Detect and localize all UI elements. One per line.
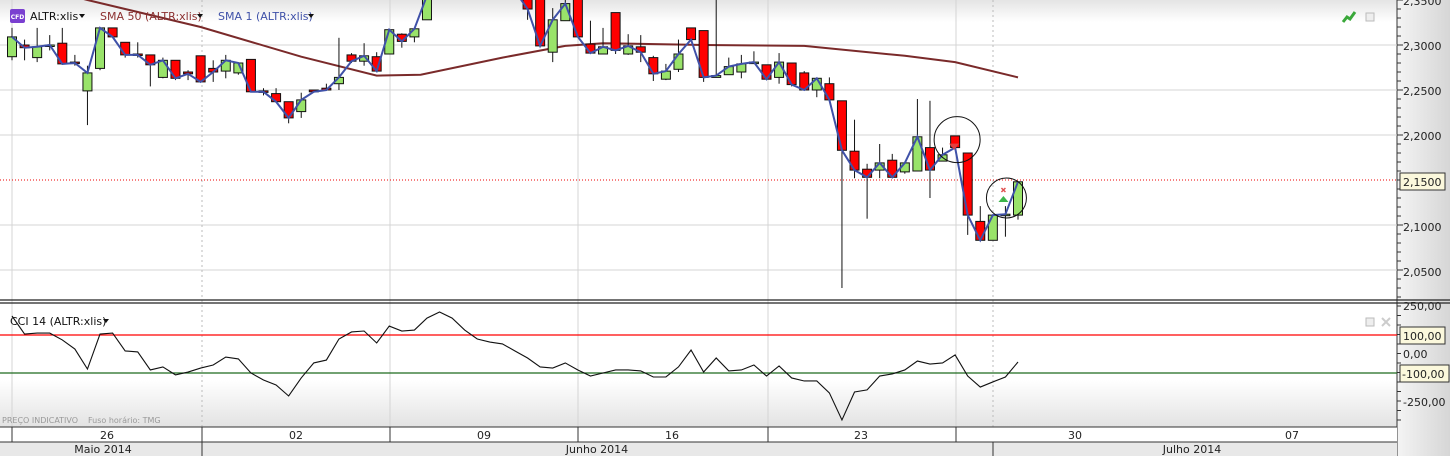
candle-body-down	[975, 220, 986, 241]
candle	[95, 27, 106, 71]
candle-body-up	[1013, 181, 1023, 216]
date-label: 16	[665, 429, 679, 442]
date-label: 23	[854, 429, 868, 442]
candle	[610, 12, 621, 54]
price-tick: 2,2000	[1403, 130, 1442, 143]
candle-body-up	[157, 59, 168, 78]
candle	[220, 54, 231, 79]
maximize-panel-icon[interactable]	[1365, 12, 1375, 22]
price-tick: 2,0500	[1403, 266, 1442, 279]
maximize-cci-icon[interactable]	[1365, 317, 1375, 327]
cci-tick: 250,00	[1403, 300, 1442, 313]
candle	[359, 43, 370, 66]
candle	[836, 100, 847, 288]
candle-body-down	[849, 150, 860, 171]
candle-body-up	[987, 214, 998, 241]
candle-body-down	[786, 62, 797, 86]
candle-body-down	[962, 152, 973, 216]
timezone-note: Fuso horário: TMG	[88, 416, 161, 425]
candle	[824, 77, 835, 101]
candle	[333, 37, 344, 90]
date-axis[interactable]: 26 02 09 16 23 30 07 Maio 2014 Junho 201…	[0, 426, 1397, 456]
date-label: 30	[1068, 429, 1082, 442]
month-label: Maio 2014	[74, 443, 132, 456]
cci-upper-label: 100,00	[1403, 330, 1442, 343]
month-label: Julho 2014	[1162, 443, 1221, 456]
candle	[145, 54, 156, 87]
date-label: 09	[477, 429, 491, 442]
candle-body-up	[82, 72, 93, 92]
candle	[924, 100, 935, 198]
price-tick: 2,1000	[1403, 221, 1442, 234]
cci-tick: -250,00	[1403, 396, 1445, 409]
cfd-badge-text: CFD	[11, 14, 25, 21]
cci-lower-label: -100,00	[1402, 368, 1444, 381]
candle	[987, 214, 998, 241]
price-panel[interactable]	[0, 0, 1397, 288]
candle-body-down	[836, 100, 847, 151]
close-cci-icon[interactable]	[1381, 317, 1391, 327]
sma50-label[interactable]: SMA 50 (ALTR:xlis)	[100, 10, 202, 23]
candle-body-down	[195, 55, 206, 83]
month-label: Junho 2014	[565, 443, 628, 456]
candle-body-down	[120, 41, 131, 56]
candle	[899, 162, 910, 174]
price-legend: CFD ALTR:xlis SMA 50 (ALTR:xlis) SMA 1 (…	[10, 9, 314, 23]
candle	[19, 39, 30, 61]
candle-body-down	[648, 57, 659, 75]
date-label: 07	[1285, 429, 1299, 442]
price-tick: 2,3500	[1403, 0, 1442, 8]
candle	[761, 64, 772, 80]
candle-body-up	[673, 53, 684, 70]
price-tick: 2,2500	[1403, 85, 1442, 98]
candle-body-down	[824, 83, 835, 101]
candle	[598, 27, 609, 55]
candle	[7, 27, 17, 61]
candle	[698, 30, 709, 82]
symbol-label[interactable]: ALTR:xlis	[30, 10, 78, 23]
candle	[1000, 206, 1011, 237]
candle	[862, 163, 873, 219]
candle-body-up	[95, 27, 106, 69]
candle	[736, 54, 747, 79]
cci-legend: CCI 14 (ALTR:xlis)	[10, 315, 109, 328]
candle-body-down	[761, 64, 772, 80]
candle	[874, 144, 885, 179]
chart-window: CFD ALTR:xlis SMA 50 (ALTR:xlis) SMA 1 (…	[0, 0, 1450, 456]
date-label: 26	[100, 429, 114, 442]
indicative-price-note: PREÇO INDICATIVO	[2, 416, 78, 425]
candle-body-down	[610, 12, 621, 51]
candle-body-down	[170, 59, 181, 79]
close-signal-icon	[1000, 187, 1006, 193]
price-tick: 2,3000	[1403, 40, 1442, 53]
cci-label[interactable]: CCI 14 (ALTR:xlis)	[10, 315, 106, 328]
date-label: 02	[289, 429, 303, 442]
sma1-label[interactable]: SMA 1 (ALTR:xlis)	[218, 10, 313, 23]
candle	[686, 27, 697, 41]
cci-tick: 0,00	[1403, 348, 1428, 361]
candle	[82, 65, 93, 126]
candle	[195, 55, 206, 83]
current-price-label: 2,1500	[1403, 176, 1442, 189]
candle-body-down	[686, 27, 697, 41]
candle-body-up	[32, 46, 43, 59]
buy-signal-icon	[998, 196, 1009, 202]
